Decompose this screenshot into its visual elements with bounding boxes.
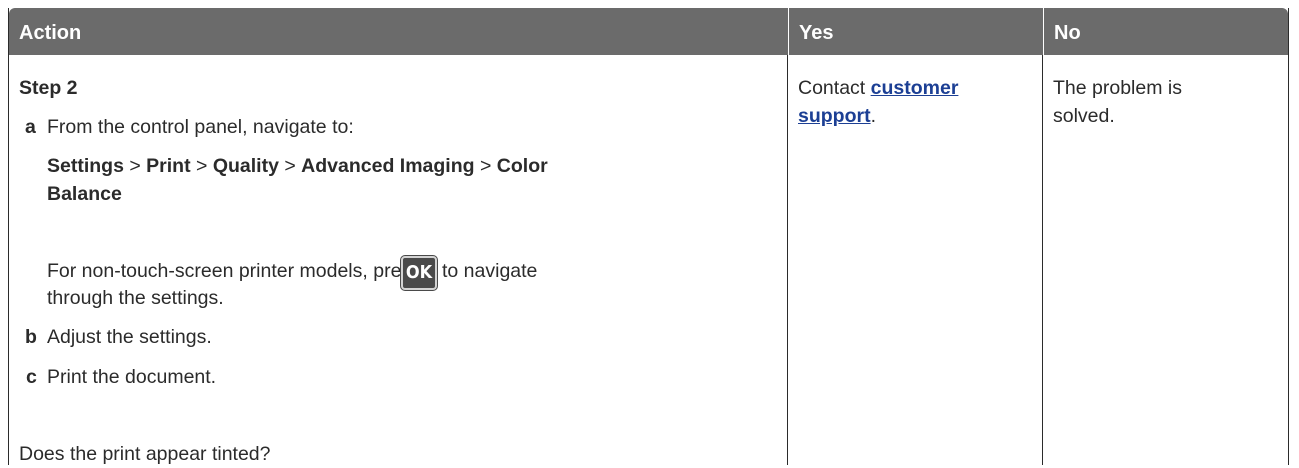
customer-support-link-continued[interactable]: support — [798, 105, 871, 127]
yes-cell-line2: support. — [798, 102, 876, 130]
non-touch-prefix: For non-touch-screen printer models, pre… — [47, 260, 421, 282]
table-header: Action Yes No — [9, 8, 1288, 55]
path-quality: Quality — [212, 155, 279, 177]
no-cell-line2: solved. — [1053, 105, 1115, 127]
ok-button-icon: OK — [401, 256, 437, 290]
path-separator: > — [196, 155, 208, 177]
substep-text-b: Adjust the settings. — [47, 326, 212, 348]
header-yes: Yes — [788, 8, 1043, 55]
substep-letter-b: b — [25, 326, 37, 348]
path-settings: Settings — [47, 155, 124, 177]
path-separator: > — [129, 155, 141, 177]
header-no: No — [1043, 8, 1288, 55]
yes-cell-line1: Contact customer — [798, 74, 958, 102]
substep-text-c: Print the document. — [47, 366, 217, 388]
question-text: Does the print appear tinted? — [19, 443, 271, 465]
path-advanced-imaging: Advanced Imaging — [301, 155, 475, 177]
column-divider-yes — [787, 55, 788, 465]
substep-letter-c: c — [26, 366, 37, 388]
non-touch-suffix: to navigate — [442, 260, 538, 282]
customer-support-link[interactable]: customer — [871, 77, 959, 99]
step-title: Step 2 — [19, 77, 78, 99]
troubleshooting-table: Action Yes No Step 2 a From the control … — [8, 8, 1289, 465]
yes-cell-suffix: . — [870, 105, 876, 127]
path-color: Color — [496, 155, 548, 177]
yes-cell-prefix: Contact — [798, 77, 866, 99]
path-balance: Balance — [47, 183, 122, 205]
path-separator: > — [284, 155, 296, 177]
header-action: Action — [19, 22, 82, 44]
no-cell-line1: The problem is — [1053, 77, 1182, 99]
navigation-path-line1: Settings > Print > Quality > Advanced Im… — [47, 152, 548, 180]
non-touch-line2: through the settings. — [47, 287, 224, 309]
path-separator: > — [479, 155, 492, 177]
substep-letter-a: a — [25, 116, 36, 138]
substep-text-a: From the control panel, navigate to: — [47, 116, 354, 138]
column-divider-no — [1042, 55, 1043, 465]
path-print: Print — [146, 155, 191, 177]
